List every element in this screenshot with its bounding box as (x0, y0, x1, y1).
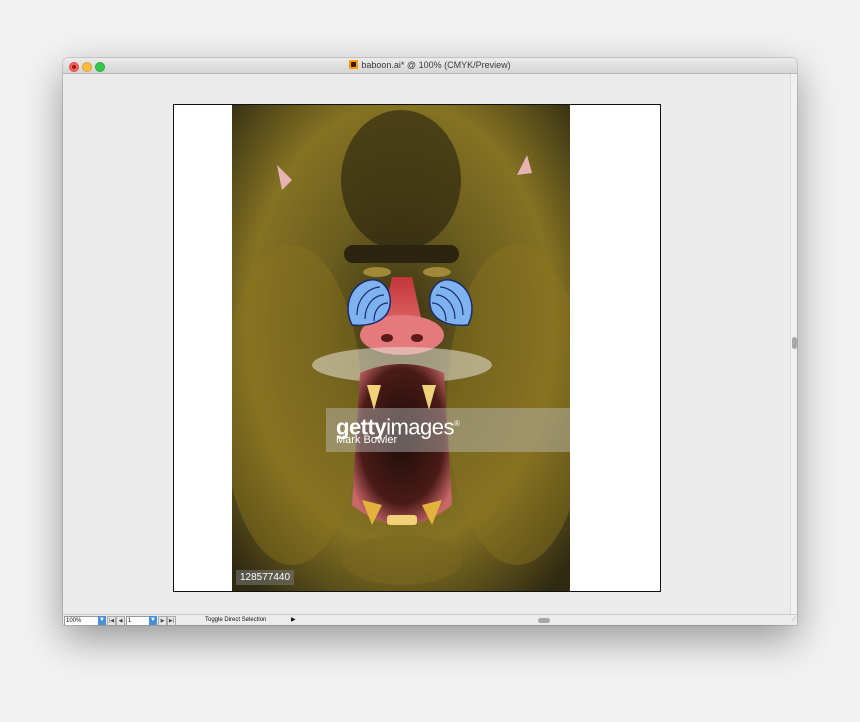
previous-page-button[interactable]: ◀ (116, 616, 125, 625)
zoom-field[interactable]: 100% (64, 616, 99, 625)
baboon-photo[interactable]: gettyimages® Mark Bowler 128577440 (232, 105, 570, 591)
right-eye (423, 267, 451, 277)
page-dropdown-button[interactable]: ▼ (149, 616, 157, 625)
left-nostril (381, 334, 393, 342)
last-page-button[interactable]: ▶| (167, 616, 176, 625)
vertical-scrollbar[interactable] (790, 74, 797, 614)
chevron-down-icon: ▼ (99, 617, 105, 623)
title-bar[interactable]: baboon.ai* @ 100% (CMYK/Preview) (63, 58, 797, 74)
illustrator-window: baboon.ai* @ 100% (CMYK/Preview) gettyim… (63, 58, 797, 625)
right-nostril (411, 334, 423, 342)
vertical-scroll-thumb[interactable] (792, 337, 797, 349)
baboon-image (232, 105, 570, 591)
window-title: baboon.ai* @ 100% (CMYK/Preview) (63, 59, 797, 72)
next-page-button[interactable]: ▶ (158, 616, 167, 625)
status-label[interactable]: Toggle Direct Selection (205, 616, 266, 625)
window-title-text: baboon.ai* @ 100% (CMYK/Preview) (361, 60, 511, 70)
horizontal-scroll-thumb[interactable] (538, 618, 550, 623)
chevron-down-icon: ▼ (150, 617, 156, 623)
watermark-registered: ® (453, 419, 460, 428)
page-field[interactable]: 1 (126, 616, 150, 625)
brow-ridge (344, 245, 459, 263)
document-canvas[interactable]: gettyimages® Mark Bowler 128577440 (63, 74, 790, 614)
document-icon (349, 60, 359, 69)
zoom-dropdown-button[interactable]: ▼ (98, 616, 106, 625)
image-id-label: 128577440 (236, 570, 295, 585)
left-eye (363, 267, 391, 277)
status-menu-arrow-icon[interactable]: ▶ (291, 616, 296, 625)
resize-grip-icon[interactable]: ⟋ (792, 616, 796, 625)
artboard[interactable]: gettyimages® Mark Bowler 128577440 (173, 104, 661, 592)
last-page-icon: ▶| (168, 618, 175, 624)
watermark-credit: Mark Bowler (336, 434, 398, 446)
next-page-icon: ▶ (160, 618, 165, 624)
lower-teeth (387, 515, 417, 525)
first-page-icon: |◀ (108, 618, 115, 624)
status-bar: 100% ▼ |◀ ◀ 1 ▼ ▶ ▶| Toggle Direct Selec… (63, 614, 797, 625)
chin-fur (342, 535, 462, 585)
forehead-shadow (341, 110, 461, 250)
first-page-button[interactable]: |◀ (107, 616, 116, 625)
previous-page-icon: ◀ (118, 618, 123, 624)
